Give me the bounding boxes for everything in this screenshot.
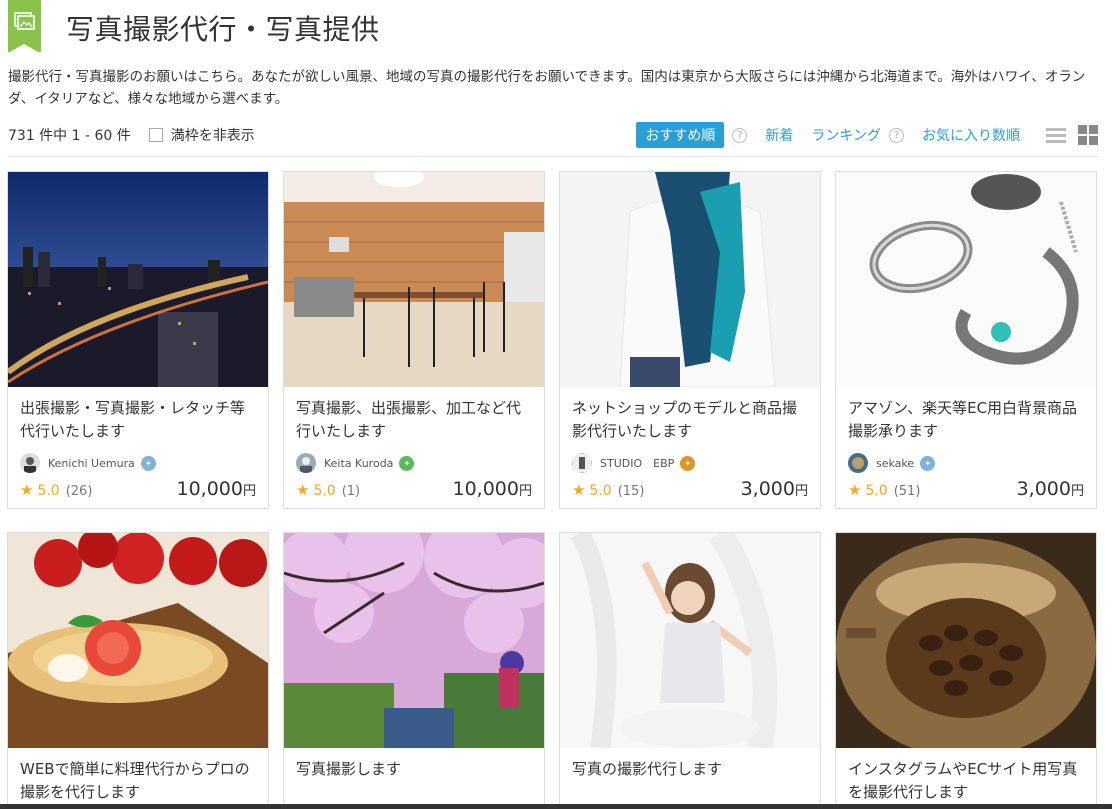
hide-full-label: 満枠を非表示 — [170, 128, 255, 144]
service-thumbnail[interactable] — [284, 533, 544, 748]
price-value: 3,000 — [1016, 478, 1071, 500]
bottom-edge — [0, 804, 1112, 809]
rank-badge-icon: ✦ — [680, 455, 696, 471]
sort-recommended-button[interactable]: おすすめ順 — [636, 122, 725, 148]
service-title[interactable]: 出張撮影・写真撮影・レタッチ等代行いたします — [8, 387, 268, 443]
page-title: 写真撮影代行・写真提供 — [66, 13, 380, 46]
seller-name[interactable]: sekake — [876, 457, 914, 470]
service-title[interactable]: 写真の撮影代行します — [560, 748, 820, 804]
service-card[interactable]: WEBで簡単に料理代行からプロの撮影を代行します — [7, 532, 269, 805]
service-title[interactable]: WEBで簡単に料理代行からプロの撮影を代行します — [8, 748, 268, 804]
rating-value: 5.0 — [37, 483, 60, 499]
rank-badge-icon: ✦ — [920, 455, 936, 471]
star-icon: ★ — [20, 481, 34, 499]
service-card[interactable]: 写真撮影、出張撮影、加工など代行いたします Keita Kuroda ✦ ★ 5… — [283, 171, 545, 509]
rank-badge-icon: ✦ — [399, 455, 415, 471]
list-view-icon[interactable] — [1046, 127, 1066, 143]
price: 3,000円 — [741, 478, 808, 500]
seller-name[interactable]: Keita Kuroda — [324, 457, 393, 470]
sort-favorites-link[interactable]: お気に入り数順 — [922, 125, 1020, 145]
service-card[interactable]: 出張撮影・写真撮影・レタッチ等代行いたします Kenichi Uemura ✦ … — [7, 171, 269, 509]
help-icon[interactable]: ? — [732, 127, 748, 143]
review-count: (15) — [617, 484, 645, 499]
hide-full-checkbox[interactable] — [148, 128, 163, 142]
service-card[interactable]: ネットショップのモデルと商品撮影代行いたします STUDIO EBP ✦ ★ 5… — [559, 171, 821, 509]
toolbar-divider — [8, 156, 1098, 157]
avatar[interactable] — [848, 453, 868, 473]
card-meta: ★ 5.0 (15) 3,000円 — [560, 478, 820, 508]
review-count: (51) — [893, 484, 921, 499]
price-value: 10,000 — [176, 478, 243, 500]
service-card[interactable]: 写真撮影します — [283, 532, 545, 805]
sort-ranking-link[interactable]: ランキング — [811, 125, 881, 145]
star-icon: ★ — [296, 481, 310, 499]
service-card[interactable]: 写真の撮影代行します — [559, 532, 821, 805]
rating-value: 5.0 — [865, 483, 888, 499]
photo-category-icon — [8, 0, 41, 53]
price-value: 10,000 — [452, 478, 519, 500]
list-toolbar: 731 件中 1 - 60 件 満枠を非表示 おすすめ順 ? 新着 ランキング … — [8, 122, 1098, 148]
price-unit: 円 — [242, 484, 256, 499]
service-thumbnail[interactable] — [284, 172, 544, 387]
seller-info: Kenichi Uemura ✦ — [8, 452, 268, 474]
review-count: (26) — [65, 484, 93, 499]
service-thumbnail[interactable] — [8, 533, 268, 748]
star-icon: ★ — [848, 481, 862, 499]
rating-value: 5.0 — [313, 483, 336, 499]
card-meta: ★ 5.0 (26) 10,000円 — [8, 478, 268, 508]
service-thumbnail[interactable] — [836, 533, 1096, 748]
price-value: 3,000 — [740, 478, 795, 500]
card-meta: ★ 5.0 (51) 3,000円 — [836, 478, 1096, 508]
service-title[interactable]: 写真撮影します — [284, 748, 544, 804]
avatar[interactable] — [572, 453, 592, 473]
service-thumbnail[interactable] — [560, 172, 820, 387]
price: 10,000円 — [177, 478, 257, 500]
help-icon[interactable]: ? — [889, 127, 904, 143]
service-card[interactable]: アマゾン、楽天等EC用白背景商品撮影承ります sekake ✦ ★ 5.0 (5… — [835, 171, 1097, 509]
price: 10,000円 — [453, 478, 533, 500]
service-title[interactable]: ネットショップのモデルと商品撮影代行いたします — [560, 387, 820, 443]
service-thumbnail[interactable] — [560, 533, 820, 748]
rating-value: 5.0 — [589, 483, 612, 499]
star-icon: ★ — [572, 481, 586, 499]
seller-info: STUDIO EBP ✦ — [560, 452, 820, 474]
service-title[interactable]: アマゾン、楽天等EC用白背景商品撮影承ります — [836, 387, 1096, 443]
service-thumbnail[interactable] — [8, 172, 268, 387]
result-count: 731 件中 1 - 60 件 — [8, 128, 131, 144]
service-title[interactable]: インスタグラムやECサイト用写真を撮影代行します — [836, 748, 1096, 804]
price-unit: 円 — [794, 484, 808, 499]
seller-name[interactable]: STUDIO EBP — [600, 455, 674, 471]
price: 3,000円 — [1017, 478, 1084, 500]
card-meta: ★ 5.0 (1) 10,000円 — [284, 478, 544, 508]
price-unit: 円 — [518, 484, 532, 499]
hide-full-toggle[interactable]: 満枠を非表示 — [148, 125, 255, 145]
seller-info: sekake ✦ — [836, 452, 1096, 474]
review-count: (1) — [341, 484, 361, 499]
service-thumbnail[interactable] — [836, 172, 1096, 387]
avatar[interactable] — [20, 453, 40, 473]
grid-view-icon[interactable] — [1078, 125, 1098, 145]
sort-options: おすすめ順 ? 新着 ランキング ? お気に入り数順 — [636, 122, 1098, 148]
seller-name[interactable]: Kenichi Uemura — [48, 457, 135, 470]
service-title[interactable]: 写真撮影、出張撮影、加工など代行いたします — [284, 387, 544, 443]
category-description: 撮影代行・写真撮影のお願いはこちら。あなたが欲しい風景、地域の写真の撮影代行をお… — [8, 69, 1086, 107]
rank-badge-icon: ✦ — [140, 455, 156, 471]
sort-new-link[interactable]: 新着 — [765, 125, 793, 145]
seller-info: Keita Kuroda ✦ — [284, 452, 544, 474]
service-card[interactable]: インスタグラムやECサイト用写真を撮影代行します — [835, 532, 1097, 805]
price-unit: 円 — [1070, 484, 1084, 499]
page-header: 写真撮影代行・写真提供 — [8, 0, 380, 56]
avatar[interactable] — [296, 453, 316, 473]
